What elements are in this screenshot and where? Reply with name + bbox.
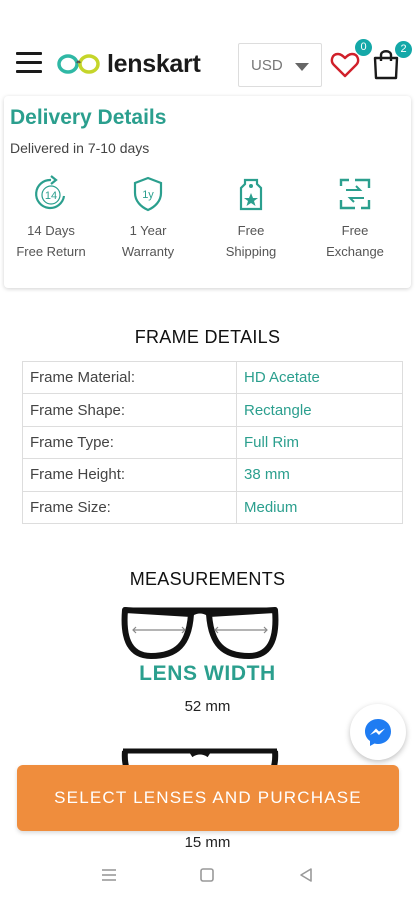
- feature-line-1: 14 Days: [27, 223, 75, 238]
- table-row: Frame Shape: Rectangle: [22, 393, 403, 427]
- feature-line-2: Free Return: [16, 244, 86, 259]
- frame-details-table: Frame Material: HD Acetate Frame Shape: …: [22, 360, 403, 524]
- frame-details-title: FRAME DETAILS: [134, 327, 281, 347]
- wishlist-count-badge: 0: [355, 39, 372, 56]
- feature-line-2: Shipping: [225, 244, 277, 259]
- frame-attr-label: Frame Size:: [22, 490, 237, 524]
- app-header: lenskart USD 0 2: [0, 38, 415, 92]
- frame-attr-label: Frame Height:: [22, 458, 237, 492]
- exchange-arrows-icon: [339, 178, 371, 210]
- table-row: Frame Type: Full Rim: [22, 425, 403, 460]
- return-14-days-icon: 14: [35, 175, 66, 209]
- cart-count-badge: 2: [395, 41, 412, 58]
- feature-free-exchange: Free Exchange: [308, 174, 402, 262]
- messenger-icon: [365, 719, 391, 746]
- frame-attr-label: Frame Material:: [22, 360, 237, 395]
- menu-icon[interactable]: [16, 52, 42, 76]
- currency-select[interactable]: USD: [238, 43, 322, 87]
- lens-width-label: LENS WIDTH: [139, 662, 276, 685]
- return-badge-text: 14: [45, 190, 57, 202]
- frame-attr-value: Rectangle: [236, 393, 403, 427]
- system-nav-bar: [0, 850, 415, 900]
- feature-label: 1 Year Warranty: [101, 220, 195, 262]
- shipping-tag-icon: [239, 178, 263, 211]
- select-lenses-purchase-button[interactable]: SELECT LENSES AND PURCHASE: [17, 765, 399, 831]
- delivery-details-card: Delivery Details Delivered in 7-10 days …: [4, 96, 411, 288]
- delivery-subtitle: Delivered in 7-10 days: [10, 140, 150, 156]
- frame-attr-value: Medium: [236, 490, 403, 524]
- frame-attr-value: 38 mm: [236, 458, 403, 492]
- feature-line-1: Free: [341, 223, 369, 238]
- feature-free-return: 14 14 Days Free Return: [4, 174, 98, 262]
- measurements-title: MEASUREMENTS: [129, 569, 286, 589]
- home-icon[interactable]: [199, 867, 215, 883]
- lens-width-glasses-icon: [121, 607, 279, 659]
- warranty-badge-text: 1y: [142, 189, 154, 201]
- messenger-chat-button[interactable]: [350, 704, 406, 760]
- feature-label: 14 Days Free Return: [4, 220, 98, 262]
- feature-label: Free Exchange: [308, 220, 402, 262]
- feature-line-1: 1 Year: [129, 223, 167, 238]
- feature-free-shipping: Free Shipping: [204, 174, 298, 262]
- lens-width-value: 52 mm: [184, 698, 231, 715]
- lenskart-glasses-logo-icon: [57, 54, 100, 74]
- table-row: Frame Material: HD Acetate: [22, 360, 403, 395]
- wishlist-heart-icon[interactable]: [330, 50, 360, 80]
- chevron-down-icon: [295, 63, 309, 71]
- feature-line-2: Exchange: [326, 244, 384, 259]
- status-bar: [0, 0, 415, 38]
- feature-label: Free Shipping: [204, 220, 298, 262]
- currency-value: USD: [251, 56, 283, 74]
- frame-attr-label: Frame Type:: [22, 425, 237, 460]
- table-row: Frame Height: 38 mm: [22, 458, 403, 492]
- delivery-title: Delivery Details: [10, 106, 167, 129]
- warranty-shield-icon: 1y: [133, 176, 163, 212]
- back-icon[interactable]: [298, 867, 314, 883]
- feature-line-2: Warranty: [121, 244, 175, 259]
- frame-attr-value: Full Rim: [236, 425, 403, 460]
- frame-attr-value: HD Acetate: [236, 360, 403, 395]
- bridge-width-value: 15 mm: [184, 834, 231, 851]
- brand-name: lenskart: [107, 49, 201, 78]
- feature-warranty: 1y 1 Year Warranty: [101, 174, 195, 262]
- table-row: Frame Size: Medium: [22, 490, 403, 524]
- feature-line-1: Free: [237, 223, 265, 238]
- brand-logo[interactable]: lenskart: [57, 49, 201, 79]
- frame-attr-label: Frame Shape:: [22, 393, 237, 427]
- recent-apps-icon[interactable]: [100, 867, 118, 883]
